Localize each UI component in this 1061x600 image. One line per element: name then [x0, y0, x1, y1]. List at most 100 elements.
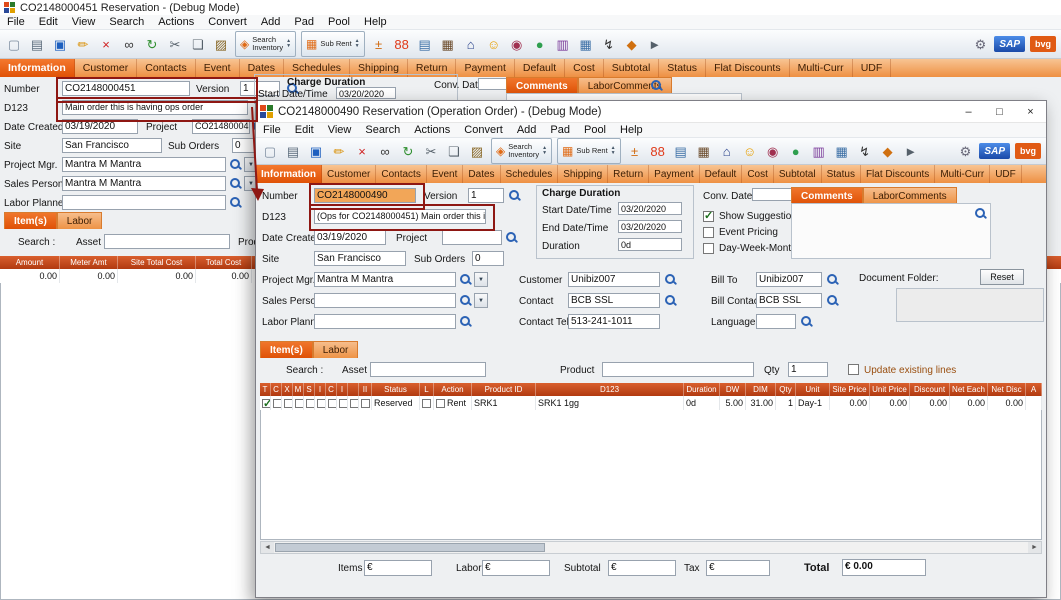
tab[interactable]: Schedules: [501, 165, 559, 183]
column-header-s[interactable]: S: [304, 383, 315, 396]
lookup-icon[interactable]: [974, 207, 987, 220]
total-field[interactable]: € 0.00: [842, 559, 926, 576]
marker-icon[interactable]: ◆: [877, 140, 899, 162]
row-checkbox[interactable]: [284, 399, 293, 408]
cell[interactable]: SRK1: [472, 396, 536, 410]
truck-icon[interactable]: ►: [644, 33, 666, 55]
column-header-blank[interactable]: [348, 383, 359, 396]
row-checkbox[interactable]: [339, 399, 348, 408]
refresh-icon[interactable]: ↻: [397, 140, 419, 162]
copy-icon[interactable]: ❏: [443, 140, 465, 162]
menu-item[interactable]: Pool: [321, 15, 357, 29]
cell[interactable]: [337, 396, 348, 410]
copy-icon[interactable]: ❏: [187, 33, 209, 55]
lookup-icon[interactable]: [459, 315, 472, 328]
column-header-status[interactable]: Status: [372, 383, 420, 396]
building-icon[interactable]: ⌂: [716, 140, 738, 162]
lookup-icon[interactable]: [508, 189, 521, 202]
project-mgr-field[interactable]: Mantra M Mantra: [62, 157, 226, 172]
running-man-icon[interactable]: ↯: [598, 33, 620, 55]
close-button[interactable]: ×: [1015, 101, 1046, 122]
fg-items-table-row[interactable]: ReservedRentSRK1SRK1 1gg0d5.0031.001Day-…: [260, 396, 1042, 410]
start-date-field[interactable]: 03/20/2020: [618, 202, 682, 215]
tab[interactable]: Flat Discounts: [861, 165, 935, 183]
stepper-icon[interactable]: ▲▼: [611, 146, 616, 156]
customer-field[interactable]: Unibiz007: [568, 272, 660, 287]
paste-icon[interactable]: ▨: [210, 33, 232, 55]
lookup-icon[interactable]: [664, 273, 677, 286]
print-icon[interactable]: ▤: [26, 33, 48, 55]
menu-item[interactable]: Add: [254, 15, 288, 29]
contact-field[interactable]: BCB SSL: [568, 293, 660, 308]
cell[interactable]: [326, 396, 337, 410]
lookup-icon[interactable]: [229, 158, 242, 171]
maximize-button[interactable]: □: [984, 101, 1015, 122]
project-field[interactable]: CO2148000451: [192, 119, 250, 134]
plus-minus-icon[interactable]: ±: [624, 140, 646, 162]
cell[interactable]: 0.00: [0, 269, 60, 283]
bill-contact-field[interactable]: BCB SSL: [756, 293, 822, 308]
column-header-action[interactable]: Action: [434, 383, 472, 396]
column-header-product-id[interactable]: Product ID: [472, 383, 536, 396]
sub-rent-button[interactable]: ▦ Sub Rent ▲▼: [301, 31, 365, 57]
comments-tab[interactable]: LaborComments: [863, 187, 957, 204]
column-header-a[interactable]: A: [1026, 383, 1042, 396]
tab[interactable]: Flat Discounts: [706, 59, 790, 77]
cell[interactable]: SRK1 1gg: [536, 396, 684, 410]
tab[interactable]: Dates: [463, 165, 500, 183]
tab[interactable]: Cost: [742, 165, 774, 183]
marker-icon[interactable]: ◆: [621, 33, 643, 55]
sub-rent-button[interactable]: ▦ Sub Rent ▲▼: [557, 138, 621, 164]
scroll-left-button[interactable]: ◄: [261, 542, 274, 553]
comments-tab[interactable]: Comments: [506, 77, 578, 94]
scroll-right-button[interactable]: ►: [1028, 542, 1041, 553]
truck-icon[interactable]: ►: [900, 140, 922, 162]
menu-item[interactable]: Help: [613, 123, 650, 137]
lookup-icon[interactable]: [826, 294, 839, 307]
menu-item[interactable]: File: [256, 123, 288, 137]
tab[interactable]: Default: [515, 59, 565, 77]
notes-icon[interactable]: ▤: [670, 140, 692, 162]
cell[interactable]: 0.00: [830, 396, 870, 410]
tab[interactable]: Information: [256, 165, 322, 183]
number-field[interactable]: CO2148000451: [62, 81, 190, 96]
subtotal-field[interactable]: €: [608, 560, 676, 576]
row-checkbox[interactable]: [436, 399, 445, 408]
row-checkbox[interactable]: [273, 399, 282, 408]
refresh-icon[interactable]: ↻: [141, 33, 163, 55]
smiley-icon[interactable]: ☺: [483, 33, 505, 55]
cell[interactable]: [315, 396, 326, 410]
cell[interactable]: [271, 396, 282, 410]
column-header-t[interactable]: T: [260, 383, 271, 396]
language-field[interactable]: [756, 314, 796, 329]
lookup-icon[interactable]: [505, 231, 518, 244]
asset-input[interactable]: [370, 362, 486, 377]
cell[interactable]: [260, 396, 271, 410]
column-header-dw[interactable]: DW: [720, 383, 746, 396]
row-checkbox[interactable]: [422, 399, 431, 408]
tax-field[interactable]: €: [706, 560, 770, 576]
tab[interactable]: Status: [822, 165, 861, 183]
cell[interactable]: [293, 396, 304, 410]
start-date-field[interactable]: 03/20/2020: [336, 87, 396, 99]
comments-tab[interactable]: Comments: [791, 187, 863, 204]
column-header-duration[interactable]: Duration: [684, 383, 720, 396]
d123-field[interactable]: Main order this is having ops order: [62, 100, 248, 115]
items-tab[interactable]: Labor: [313, 341, 359, 358]
project-mgr-field[interactable]: Mantra M Mantra: [314, 272, 456, 287]
globe-icon[interactable]: ●: [785, 140, 807, 162]
row-checkbox[interactable]: [317, 399, 326, 408]
planner-icon[interactable]: ▦: [575, 33, 597, 55]
edit-icon[interactable]: ✏: [72, 33, 94, 55]
column-header-site-price[interactable]: Site Price: [830, 383, 870, 396]
rates-icon[interactable]: 88: [647, 140, 669, 162]
cut-icon[interactable]: ✂: [164, 33, 186, 55]
menu-item[interactable]: Convert: [457, 123, 510, 137]
tab[interactable]: Customer: [322, 165, 376, 183]
menu-item[interactable]: Edit: [32, 15, 65, 29]
minimize-button[interactable]: –: [953, 101, 984, 122]
product-input[interactable]: [602, 362, 754, 377]
lookup-icon[interactable]: [664, 294, 677, 307]
menu-item[interactable]: Edit: [288, 123, 321, 137]
site-field[interactable]: San Francisco: [314, 251, 406, 266]
